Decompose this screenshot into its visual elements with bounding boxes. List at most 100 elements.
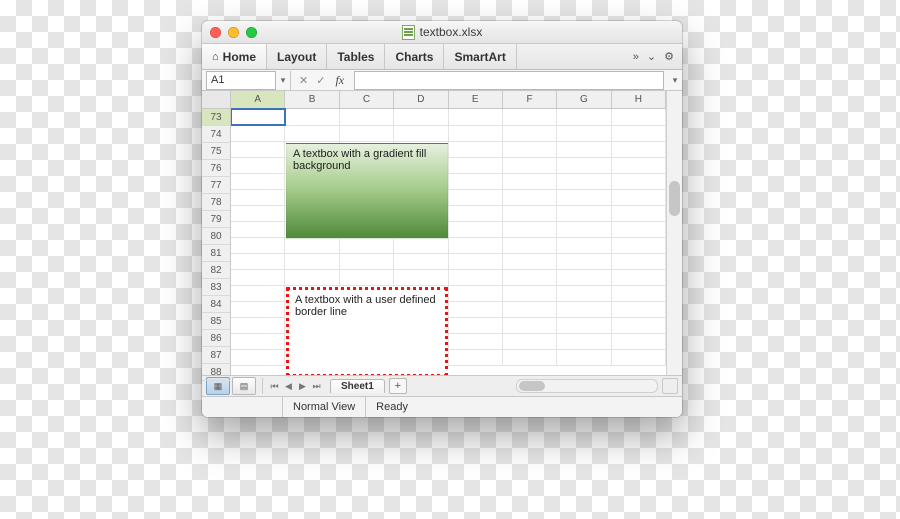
cell[interactable] bbox=[340, 253, 394, 270]
row-header[interactable]: 76 bbox=[202, 160, 230, 177]
row-header[interactable]: 87 bbox=[202, 347, 230, 364]
cell[interactable] bbox=[449, 317, 503, 334]
vertical-scrollbar[interactable] bbox=[666, 91, 682, 375]
cell[interactable] bbox=[557, 189, 611, 206]
cell[interactable] bbox=[612, 205, 666, 222]
row-header[interactable]: 77 bbox=[202, 177, 230, 194]
cell[interactable] bbox=[285, 125, 339, 142]
cell[interactable] bbox=[557, 109, 611, 126]
cell[interactable] bbox=[612, 125, 666, 142]
cell[interactable] bbox=[503, 221, 557, 238]
name-box[interactable]: A1 bbox=[206, 71, 276, 90]
cell[interactable] bbox=[503, 125, 557, 142]
cell[interactable] bbox=[449, 237, 503, 254]
cell[interactable] bbox=[285, 253, 339, 270]
cell[interactable] bbox=[503, 317, 557, 334]
cell[interactable] bbox=[557, 317, 611, 334]
formula-bar-expand-icon[interactable]: ▾ bbox=[668, 75, 682, 86]
cell[interactable] bbox=[557, 173, 611, 190]
cell[interactable] bbox=[612, 301, 666, 318]
fx-icon[interactable]: fx bbox=[329, 73, 350, 88]
horizontal-scrollbar[interactable] bbox=[516, 379, 658, 393]
cell[interactable] bbox=[612, 285, 666, 302]
cell[interactable] bbox=[449, 125, 503, 142]
row-header[interactable]: 78 bbox=[202, 194, 230, 211]
cell[interactable] bbox=[503, 285, 557, 302]
accept-formula-icon[interactable]: ✓ bbox=[316, 74, 325, 87]
cell[interactable] bbox=[340, 109, 394, 126]
column-header[interactable]: D bbox=[394, 91, 448, 108]
ribbon-gear-icon[interactable]: ⚙ bbox=[664, 50, 674, 63]
cell[interactable] bbox=[503, 333, 557, 350]
column-header[interactable]: G bbox=[557, 91, 611, 108]
view-page-layout-button[interactable]: ▤ bbox=[232, 377, 256, 395]
cell[interactable] bbox=[612, 253, 666, 270]
cell[interactable] bbox=[394, 109, 448, 126]
cell[interactable] bbox=[612, 269, 666, 286]
cell[interactable] bbox=[503, 237, 557, 254]
formula-input[interactable] bbox=[354, 71, 664, 90]
cell[interactable] bbox=[449, 333, 503, 350]
cell[interactable] bbox=[449, 157, 503, 174]
name-box-dropdown-icon[interactable]: ▾ bbox=[276, 71, 291, 90]
cell[interactable] bbox=[612, 109, 666, 126]
cell[interactable] bbox=[503, 141, 557, 158]
cell[interactable] bbox=[449, 205, 503, 222]
cell[interactable] bbox=[394, 253, 448, 270]
cell[interactable] bbox=[394, 269, 448, 286]
cell[interactable] bbox=[557, 205, 611, 222]
cell[interactable] bbox=[503, 349, 557, 366]
row-header[interactable]: 75 bbox=[202, 143, 230, 160]
ribbon-collapse-button[interactable]: ⌄ bbox=[647, 50, 656, 63]
tab-charts[interactable]: Charts bbox=[385, 44, 444, 69]
cancel-formula-icon[interactable]: ✕ bbox=[299, 74, 308, 87]
cell[interactable] bbox=[612, 157, 666, 174]
minimize-window-button[interactable] bbox=[228, 27, 239, 38]
row-header[interactable]: 73 bbox=[202, 109, 230, 126]
cell[interactable] bbox=[449, 269, 503, 286]
cell[interactable] bbox=[231, 349, 285, 366]
sheet-nav-last-icon[interactable]: ⏭ bbox=[311, 381, 322, 392]
cell[interactable] bbox=[503, 157, 557, 174]
cell[interactable] bbox=[340, 237, 394, 254]
cell[interactable] bbox=[449, 189, 503, 206]
cell[interactable] bbox=[231, 173, 285, 190]
cell[interactable] bbox=[449, 349, 503, 366]
cell[interactable] bbox=[557, 333, 611, 350]
cell[interactable] bbox=[231, 317, 285, 334]
ribbon-overflow-button[interactable]: » bbox=[633, 51, 639, 63]
cell[interactable] bbox=[449, 221, 503, 238]
row-header[interactable]: 80 bbox=[202, 228, 230, 245]
cell[interactable] bbox=[231, 109, 285, 126]
row-header[interactable]: 85 bbox=[202, 313, 230, 330]
tab-layout[interactable]: Layout bbox=[267, 44, 327, 69]
textbox-dotted-border[interactable]: A textbox with a user defined border lin… bbox=[286, 287, 448, 375]
cell[interactable] bbox=[612, 189, 666, 206]
cell[interactable] bbox=[612, 141, 666, 158]
cell[interactable] bbox=[231, 301, 285, 318]
cell[interactable] bbox=[612, 237, 666, 254]
cell[interactable] bbox=[231, 141, 285, 158]
cell[interactable] bbox=[503, 189, 557, 206]
cell[interactable] bbox=[231, 189, 285, 206]
cell[interactable] bbox=[231, 285, 285, 302]
column-header[interactable]: E bbox=[449, 91, 503, 108]
cell[interactable] bbox=[231, 237, 285, 254]
cell[interactable] bbox=[557, 125, 611, 142]
cell[interactable] bbox=[557, 141, 611, 158]
cell[interactable] bbox=[612, 349, 666, 366]
sheet-nav-prev-icon[interactable]: ◀ bbox=[283, 381, 294, 392]
cell[interactable] bbox=[503, 253, 557, 270]
add-sheet-button[interactable]: + bbox=[389, 378, 407, 394]
cell[interactable] bbox=[612, 317, 666, 334]
select-all-corner[interactable] bbox=[202, 91, 230, 109]
cell[interactable] bbox=[503, 205, 557, 222]
cell[interactable] bbox=[503, 269, 557, 286]
textbox-gradient[interactable]: A textbox with a gradient fill backgroun… bbox=[286, 143, 448, 239]
row-header[interactable]: 88 bbox=[202, 364, 230, 381]
row-header[interactable]: 83 bbox=[202, 279, 230, 296]
cell[interactable] bbox=[449, 173, 503, 190]
cell[interactable] bbox=[340, 125, 394, 142]
vertical-scrollbar-thumb[interactable] bbox=[669, 181, 680, 216]
cell[interactable] bbox=[340, 269, 394, 286]
